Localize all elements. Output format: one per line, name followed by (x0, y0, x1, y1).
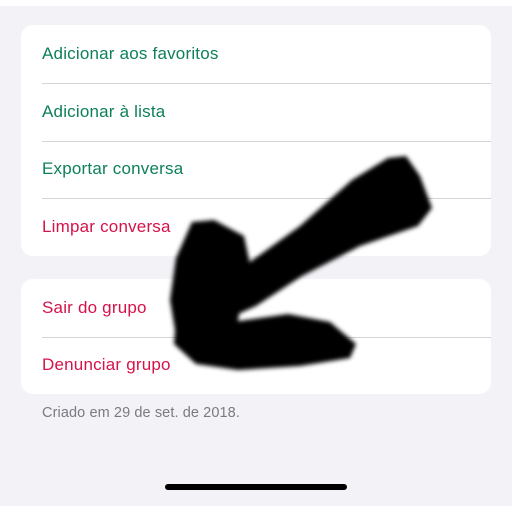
add-to-list-label: Adicionar à lista (42, 101, 166, 121)
exit-group-button[interactable]: Sair do grupo (21, 279, 491, 337)
add-to-favorites-button[interactable]: Adicionar aos favoritos (21, 25, 491, 83)
actions-card: Adicionar aos favoritos Adicionar à list… (21, 25, 491, 256)
exit-group-label: Sair do grupo (42, 297, 147, 317)
clear-chat-button[interactable]: Limpar conversa (21, 198, 491, 256)
export-chat-button[interactable]: Exportar conversa (21, 140, 491, 199)
report-group-label: Denunciar grupo (42, 355, 171, 375)
add-to-list-button[interactable]: Adicionar à lista (21, 82, 491, 141)
clear-chat-label: Limpar conversa (42, 217, 171, 237)
group-info-screen: Adicionar aos favoritos Adicionar à list… (0, 6, 512, 506)
group-created-date: Criado em 29 de set. de 2018. (42, 405, 240, 421)
add-to-favorites-label: Adicionar aos favoritos (42, 43, 219, 63)
report-group-button[interactable]: Denunciar grupo (21, 336, 491, 395)
group-danger-card: Sair do grupo Denunciar grupo (21, 279, 491, 394)
export-chat-label: Exportar conversa (42, 159, 184, 179)
home-indicator[interactable] (165, 484, 347, 490)
